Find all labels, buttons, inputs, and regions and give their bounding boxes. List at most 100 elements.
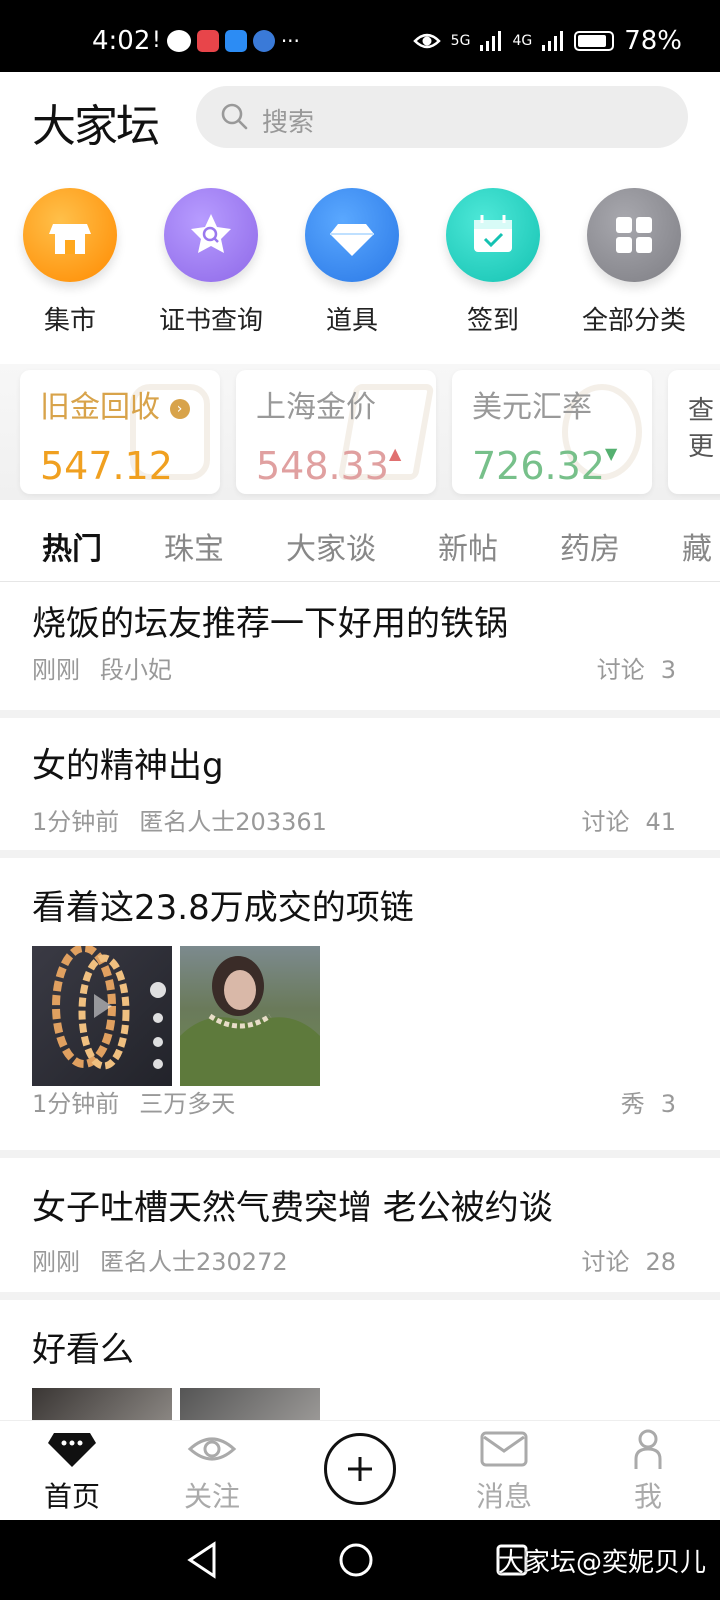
nav-label: 消息 — [475, 1480, 532, 1513]
tab-new-posts[interactable]: 新帖 — [438, 524, 498, 568]
category-label: 道具 — [325, 306, 378, 336]
alert-icon: ! — [152, 28, 161, 53]
post-title: 女子吐槽天然气费突增 老公被约谈 — [32, 1188, 553, 1228]
tab-jewelry[interactable]: 珠宝 — [164, 524, 224, 568]
feed-tabs: 热门 珠宝 大家谈 新帖 药房 藏 — [0, 506, 720, 582]
nav-home[interactable]: 首页 — [22, 1429, 122, 1515]
category-checkin[interactable]: 签到 — [423, 188, 563, 337]
post-title: 好看么 — [32, 1330, 134, 1370]
post-meta: 刚刚 匿名人士230272 — [32, 1248, 288, 1276]
home-circle-icon[interactable] — [338, 1542, 374, 1578]
price-value: 547.12 — [40, 444, 173, 488]
category-market[interactable]: 集市 — [0, 188, 140, 337]
book-app-icon — [196, 29, 219, 52]
post-thumbnail-photo[interactable] — [32, 1388, 172, 1420]
category-label: 证书查询 — [158, 306, 263, 336]
calendar-check-icon — [446, 188, 540, 282]
battery-percent: 78% — [624, 26, 682, 56]
home-diamond-icon — [48, 1433, 96, 1467]
post-thumbnail-necklace-video[interactable] — [32, 946, 172, 1086]
price-card-gold-recycle[interactable]: 旧金回收 › 547.12 — [20, 370, 220, 494]
trend-up-icon: ▲ — [388, 444, 402, 463]
price-label: 上海金价 — [256, 390, 376, 425]
status-right: 5G 4G 78% — [412, 26, 682, 56]
post-item[interactable]: 女的精神出g 1分钟前 匿名人士203361 讨论 41 — [0, 718, 720, 858]
post-meta: 刚刚 段小妃 — [32, 656, 172, 684]
post-stats: 秀3 — [620, 1090, 676, 1118]
search-icon — [221, 103, 248, 130]
app-header: 大家坛 搜索 — [0, 72, 720, 172]
grid-icon — [587, 188, 681, 282]
price-cards-row: 旧金回收 › 547.12 上海金价 548.33▲ 美元汇率 726.32▼ … — [0, 364, 720, 500]
search-placeholder: 搜索 — [262, 108, 315, 138]
post-thumbnail-photo[interactable] — [180, 1388, 320, 1420]
post-item[interactable]: 女子吐槽天然气费突增 老公被约谈 刚刚 匿名人士230272 讨论 28 — [0, 1158, 720, 1300]
category-all[interactable]: 全部分类 — [564, 188, 704, 337]
post-item[interactable]: 看着这23.8万成交的项链 1分钟前 三万多天 秀3 — [0, 858, 720, 1158]
bottom-nav: 首页 关注 消息 我 — [0, 1420, 720, 1520]
price-label: 旧金回收 › — [40, 382, 190, 426]
star-search-icon — [164, 188, 258, 282]
category-label: 集市 — [43, 306, 96, 336]
category-row: 集市 证书查询 道具 签到 全部分类 — [0, 188, 720, 348]
category-certificate[interactable]: 证书查询 — [141, 188, 281, 337]
price-card-more[interactable]: 查 更 — [668, 370, 720, 494]
post-title: 看着这23.8万成交的项链 — [32, 888, 414, 928]
image-watermark: 大家坛@奕妮贝儿 — [497, 1548, 706, 1578]
network-5g: 5G — [450, 33, 471, 49]
price-label: 更 — [688, 432, 715, 462]
diamond-icon — [305, 188, 399, 282]
post-meta: 1分钟前 三万多天 — [32, 1090, 236, 1118]
plus-icon — [348, 1457, 372, 1481]
tab-hot[interactable]: 热门 — [42, 524, 102, 568]
signal-icon — [542, 31, 564, 51]
tab-more[interactable]: 藏 — [682, 524, 712, 568]
arrow-right-icon: › — [169, 398, 190, 419]
more-notifications-icon: ··· — [280, 28, 300, 53]
person-icon — [634, 1429, 662, 1469]
signal-icon — [480, 31, 502, 51]
store-icon — [23, 188, 117, 282]
post-title: 烧饭的坛友推荐一下好用的铁锅 — [32, 604, 508, 644]
post-thumbnail-photo[interactable] — [180, 946, 320, 1086]
eye-comfort-icon — [412, 33, 441, 49]
create-post-button[interactable] — [324, 1433, 396, 1505]
system-nav-bar: 大家坛@奕妮贝儿 — [0, 1520, 720, 1600]
post-title: 女的精神出g — [32, 746, 224, 786]
nav-me[interactable]: 我 — [598, 1429, 698, 1515]
post-stats: 讨论 41 — [581, 808, 676, 836]
app-logo[interactable]: 大家坛 — [32, 90, 160, 154]
category-label: 签到 — [466, 306, 519, 336]
notification-icons: ! ··· — [152, 28, 300, 53]
nav-label: 首页 — [43, 1480, 100, 1513]
price-value: 548.33▲ — [256, 444, 402, 488]
post-item[interactable]: 好看么 — [0, 1300, 720, 1420]
trend-down-icon: ▼ — [604, 444, 618, 463]
category-props[interactable]: 道具 — [282, 188, 422, 337]
eye-icon — [187, 1437, 237, 1461]
mail-icon — [480, 1431, 528, 1467]
nav-label: 关注 — [183, 1480, 240, 1513]
tab-discussion[interactable]: 大家谈 — [286, 524, 376, 568]
browser-app-icon — [252, 29, 275, 52]
back-icon[interactable] — [184, 1540, 220, 1580]
post-meta: 1分钟前 匿名人士203361 — [32, 808, 327, 836]
network-4g: 4G — [512, 33, 533, 49]
category-label: 全部分类 — [581, 306, 686, 336]
price-label: 查 — [688, 396, 715, 426]
search-bar[interactable]: 搜索 — [196, 86, 688, 148]
price-label: 美元汇率 — [472, 390, 592, 425]
nav-messages[interactable]: 消息 — [454, 1429, 554, 1515]
status-bar: 4:02 ! ··· 5G 4G 78% — [0, 0, 720, 72]
price-card-shanghai-gold[interactable]: 上海金价 548.33▲ — [236, 370, 436, 494]
status-time: 4:02 — [92, 26, 151, 56]
price-value: 726.32▼ — [472, 444, 618, 488]
nav-label: 我 — [633, 1480, 662, 1513]
tab-pharmacy[interactable]: 药房 — [560, 524, 620, 568]
post-stats: 讨论 3 — [596, 656, 676, 684]
nav-follow[interactable]: 关注 — [162, 1429, 262, 1515]
post-item[interactable]: 烧饭的坛友推荐一下好用的铁锅 刚刚 段小妃 讨论 3 — [0, 582, 720, 718]
wechat-icon — [166, 29, 191, 52]
price-card-usd-rate[interactable]: 美元汇率 726.32▼ — [452, 370, 652, 494]
battery-icon — [574, 31, 615, 51]
